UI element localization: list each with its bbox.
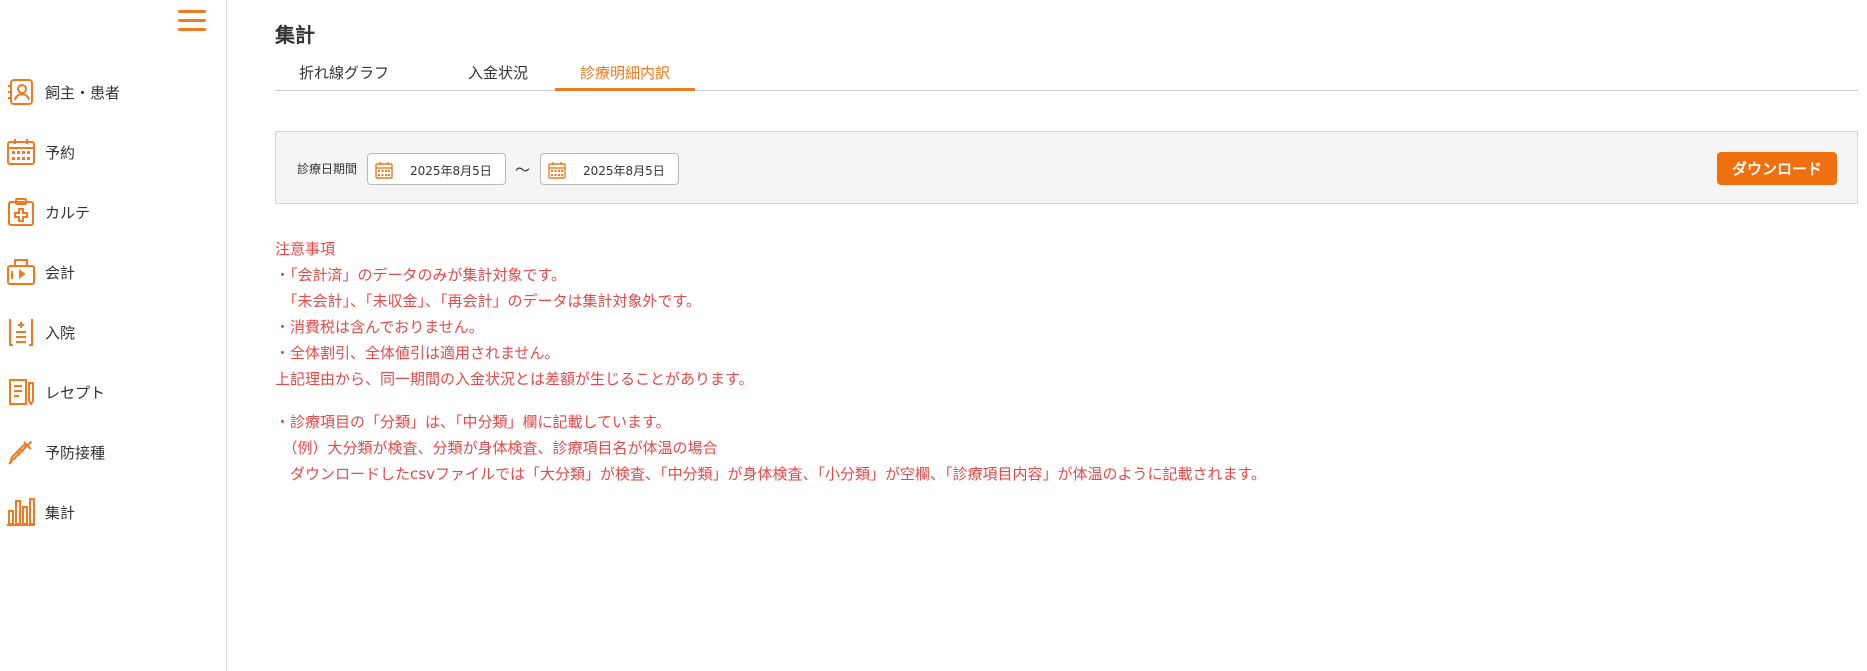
start-date-value: 2025年8月5日 [410,164,492,178]
start-date-input[interactable]: 2025年8月5日 [367,153,506,185]
sidebar-item-hospitalization[interactable]: 入院 [0,302,226,362]
register-icon [6,257,36,287]
note-line: ・消費税は含んでおりません。 [275,318,484,336]
sidebar-item-reservation[interactable]: 予約 [0,122,226,182]
sidebar-item-vaccination[interactable]: 予防接種 [0,422,226,482]
end-date-value: 2025年8月5日 [583,164,665,178]
tab-payment-status[interactable]: 入金状況 [435,60,561,91]
sidebar-item-label: 飼主・患者 [45,83,121,102]
sidebar-item-label: 会計 [45,263,76,282]
notes-heading: 注意事項 [275,240,336,258]
calendar-icon [375,161,393,179]
sidebar-item-label: 集計 [45,503,76,522]
calendar-icon [6,137,36,167]
tab-treatment-details[interactable]: 診療明細内訳 [555,60,695,91]
sidebar-item-label: 予防接種 [45,443,106,462]
tab-bar: 折れ線グラフ 入金状況 診療明細内訳 [275,60,1858,91]
tab-line-graph[interactable]: 折れ線グラフ [275,60,413,91]
page-title: 集計 [275,23,315,47]
notes-section: 注意事項 ・「会計済」のデータのみが集計対象です。 「未会計」、「未収金」、「再… [275,236,1266,487]
sidebar-item-owner-patient[interactable]: 飼主・患者 [0,62,226,122]
filter-panel: 診療日期間 2025年8月5日 〜 2025年8月5日 ダウンロード [275,131,1858,204]
sidebar-item-aggregate[interactable]: 集計 [0,482,226,542]
sidebar-item-label: カルテ [45,203,91,222]
owner-patient-icon [6,77,36,107]
sidebar-item-label: レセプト [45,383,106,402]
note-line: ・全体割引、全体値引は適用されません。 [275,344,560,362]
end-date-input[interactable]: 2025年8月5日 [540,153,679,185]
note-line: ・診療項目の「分類」は、「中分類」欄に記載しています。 [275,413,671,431]
receipt-icon [6,377,36,407]
bar-chart-icon [6,497,36,527]
sidebar: 飼主・患者 予約 カルテ 会計 入院 レセプト 予防接種 集計 [0,0,227,671]
sidebar-item-accounting[interactable]: 会計 [0,242,226,302]
note-line: ダウンロードしたcsvファイルでは「大分類」が検査、「中分類」が身体検査、「小分… [275,465,1266,483]
hospitalization-icon [6,317,36,347]
note-line: 上記理由から、同一期間の入金状況とは差額が生じることがあります。 [275,370,754,388]
note-line: 「未会計」、「未収金」、「再会計」のデータは集計対象外です。 [275,292,702,310]
sidebar-item-label: 予約 [45,143,76,162]
date-range-separator: 〜 [515,161,531,179]
syringe-icon [6,437,36,467]
sidebar-item-label: 入院 [45,323,76,342]
sidebar-nav: 飼主・患者 予約 カルテ 会計 入院 レセプト 予防接種 集計 [0,62,226,542]
sidebar-item-receipt[interactable]: レセプト [0,362,226,422]
sidebar-item-medical-chart[interactable]: カルテ [0,182,226,242]
calendar-icon [548,161,566,179]
medical-chart-icon [6,197,36,227]
date-range-label: 診療日期間 [297,162,358,176]
hamburger-menu-icon[interactable] [178,10,206,34]
note-line: ・「会計済」のデータのみが集計対象です。 [275,266,567,284]
download-button[interactable]: ダウンロード [1717,152,1837,185]
note-line: （例）大分類が検査、分類が身体検査、診療項目名が体温の場合 [275,439,718,457]
